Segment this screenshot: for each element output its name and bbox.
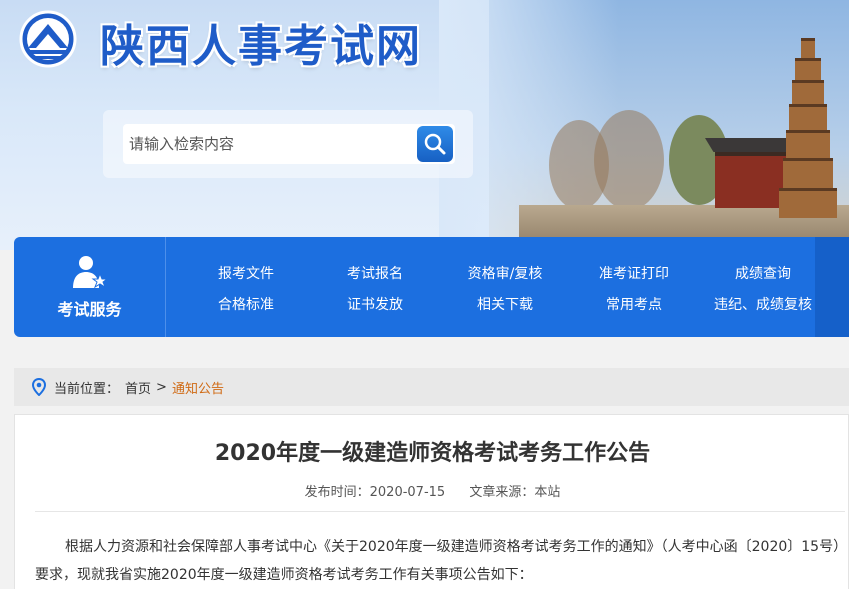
article-title: 2020年度一级建造师资格考试考务工作公告 (214, 441, 651, 466)
nav-link-score-query[interactable]: 成绩查询 (735, 263, 791, 283)
nav-link-exam-documents[interactable]: 报考文件 (218, 263, 274, 283)
exam-service-label: 考试服务 (57, 300, 122, 319)
nav-link-admission-ticket[interactable]: 准考证打印 (599, 263, 669, 283)
nav-end-cap (815, 237, 849, 337)
article-divider (35, 511, 845, 512)
site-logo-icon[interactable] (14, 10, 82, 68)
nav-link-downloads[interactable]: 相关下载 (477, 294, 533, 314)
search-area (103, 110, 473, 178)
search-box (123, 124, 455, 164)
breadcrumb-separator: > (156, 379, 167, 395)
publish-time: 发布时间：2020-07-15 (304, 485, 446, 500)
page: 陕西人事考试网 考试服务 报考文件 (0, 0, 849, 589)
site-title[interactable]: 陕西人事考试网 (100, 10, 422, 74)
pagoda-illustration (779, 38, 837, 218)
article-panel: 2020年度一级建造师资格考试考务工作公告 发布时间：2020-07-15 文章… (14, 414, 849, 589)
breadcrumb-prefix: 当前位置： (54, 381, 120, 397)
exam-service-block[interactable]: 考试服务 (14, 237, 166, 337)
breadcrumb: 当前位置： 首页 > 通知公告 (14, 368, 849, 406)
nav-link-exam-sites[interactable]: 常用考点 (606, 294, 662, 314)
breadcrumb-current-link[interactable]: 通知公告 (172, 378, 224, 397)
search-button[interactable] (417, 126, 453, 162)
nav-link-passing-standard[interactable]: 合格标准 (218, 294, 274, 314)
nav-link-qualification-review[interactable]: 资格审/复核 (468, 263, 543, 283)
nav-link-exam-registration[interactable]: 考试报名 (347, 263, 403, 283)
article-paragraph: 根据人力资源和社会保障部人事考试中心《关于2020年度一级建造师资格考试考务工作… (35, 539, 848, 583)
breadcrumb-home-link[interactable]: 首页 (125, 378, 151, 397)
header-banner: 陕西人事考试网 (0, 0, 849, 250)
search-input[interactable] (129, 130, 409, 158)
service-nav: 考试服务 报考文件 考试报名 资格审/复核 准考证打印 成绩查询 合格标准 证书… (14, 237, 849, 337)
location-pin-icon (32, 378, 46, 396)
article-meta: 发布时间：2020-07-15 文章来源：本站 (15, 481, 849, 500)
banner-tree (594, 110, 664, 210)
nav-links: 报考文件 考试报名 资格审/复核 准考证打印 成绩查询 合格标准 证书发放 相关… (166, 237, 816, 337)
search-icon (424, 133, 446, 155)
nav-link-violation-review[interactable]: 违纪、成绩复核 (714, 294, 812, 314)
nav-link-certificate-issuance[interactable]: 证书发放 (347, 294, 403, 314)
user-star-icon (72, 256, 108, 289)
article-source: 文章来源：本站 (469, 485, 561, 500)
